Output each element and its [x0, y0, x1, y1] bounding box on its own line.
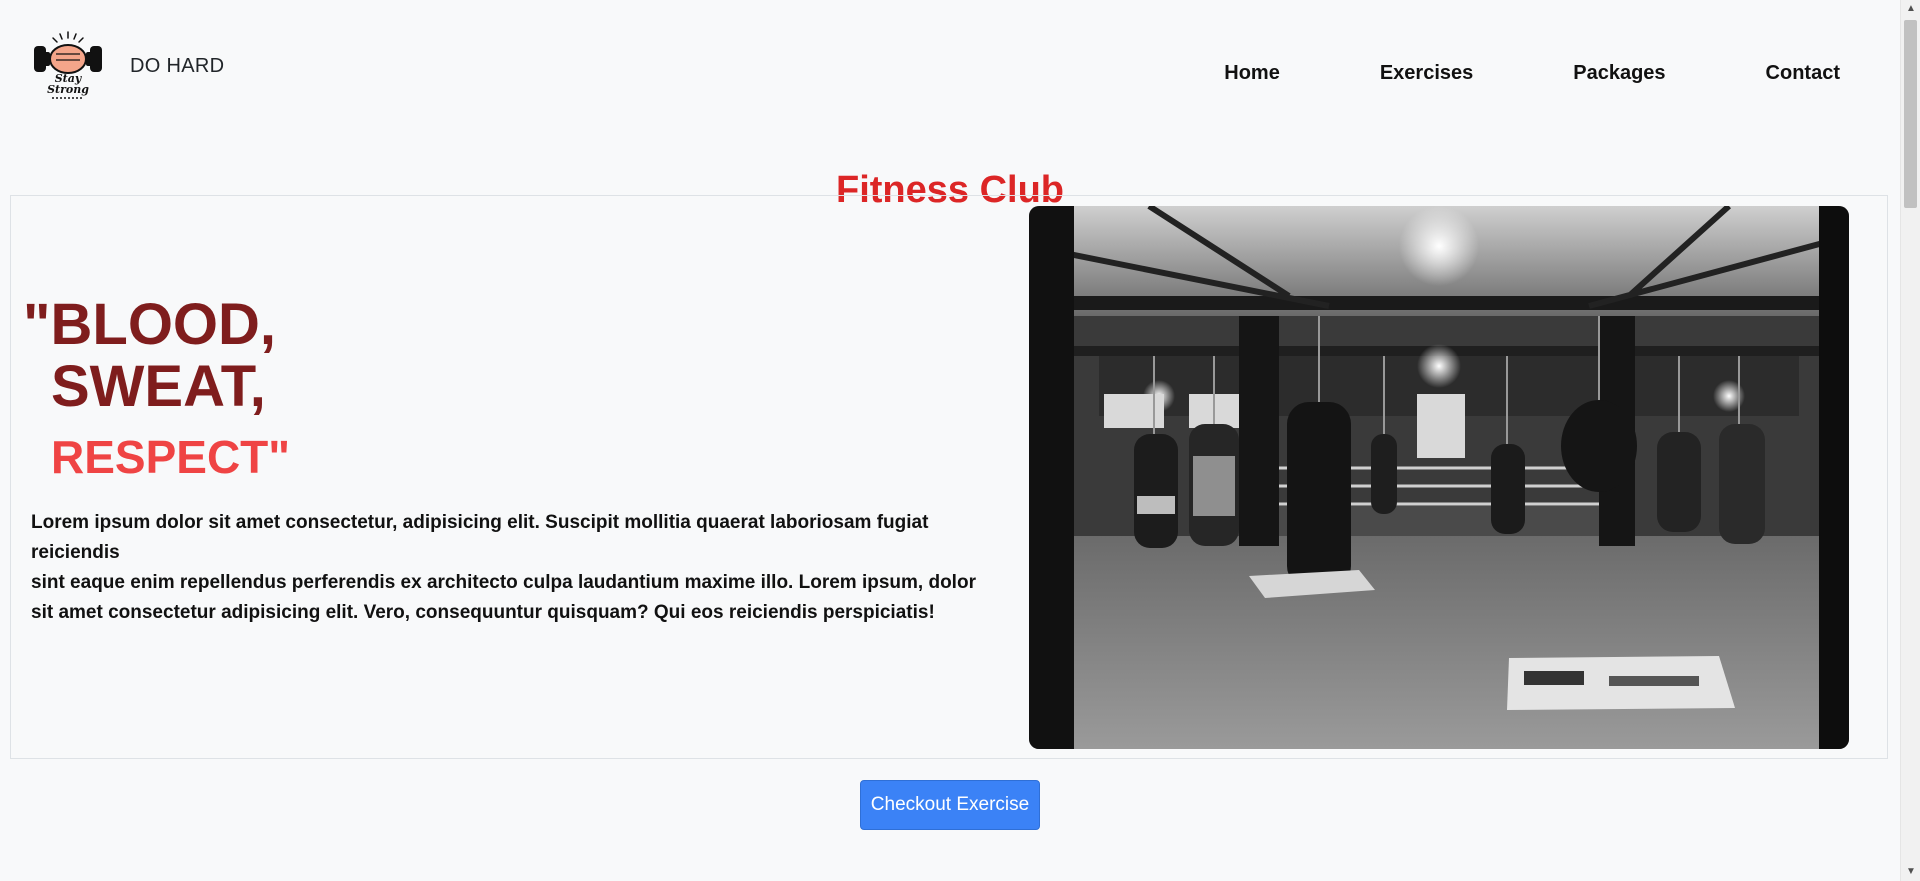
quote-line-sweat: SWEAT, — [51, 354, 266, 419]
page: Stay Strong DO HARD Home Exercises Packa… — [0, 0, 1900, 881]
hero-card: "BLOOD, SWEAT, RESPECT" Lorem ipsum dolo… — [10, 195, 1888, 759]
svg-text:Strong: Strong — [47, 83, 89, 96]
navbar: Stay Strong DO HARD Home Exercises Packa… — [0, 0, 1900, 140]
hero-quote: "BLOOD, SWEAT, RESPECT" — [23, 292, 291, 483]
page-scrollbar[interactable]: ▲ ▼ — [1900, 0, 1920, 881]
boxing-gym-photo-icon — [1029, 206, 1849, 749]
scrollbar-thumb[interactable] — [1904, 20, 1917, 208]
nav-exercises-link[interactable]: Exercises — [1380, 62, 1473, 85]
scroll-up-arrow-icon[interactable]: ▲ — [1901, 0, 1920, 18]
quote-line-respect: RESPECT" — [51, 431, 291, 483]
stay-strong-fist-logo-icon: Stay Strong — [34, 31, 102, 99]
checkout-exercise-button[interactable]: Checkout Exercise — [860, 780, 1040, 830]
description-line-2: sint eaque enim repellendus perferendis … — [31, 572, 976, 623]
brand-name: DO HARD — [130, 54, 225, 77]
main-nav: Home Exercises Packages Contact — [1174, 62, 1890, 85]
nav-contact-link[interactable]: Contact — [1766, 62, 1840, 85]
description-line-1: Lorem ipsum dolor sit amet consectetur, … — [31, 512, 929, 563]
scroll-down-arrow-icon[interactable]: ▼ — [1901, 863, 1920, 881]
hero-description: Lorem ipsum dolor sit amet consectetur, … — [31, 508, 991, 628]
quote-line-blood: "BLOOD, — [23, 292, 277, 357]
nav-packages-link[interactable]: Packages — [1573, 62, 1665, 85]
brand-home-link[interactable]: Stay Strong DO HARD — [32, 30, 224, 102]
nav-home-link[interactable]: Home — [1224, 62, 1280, 85]
